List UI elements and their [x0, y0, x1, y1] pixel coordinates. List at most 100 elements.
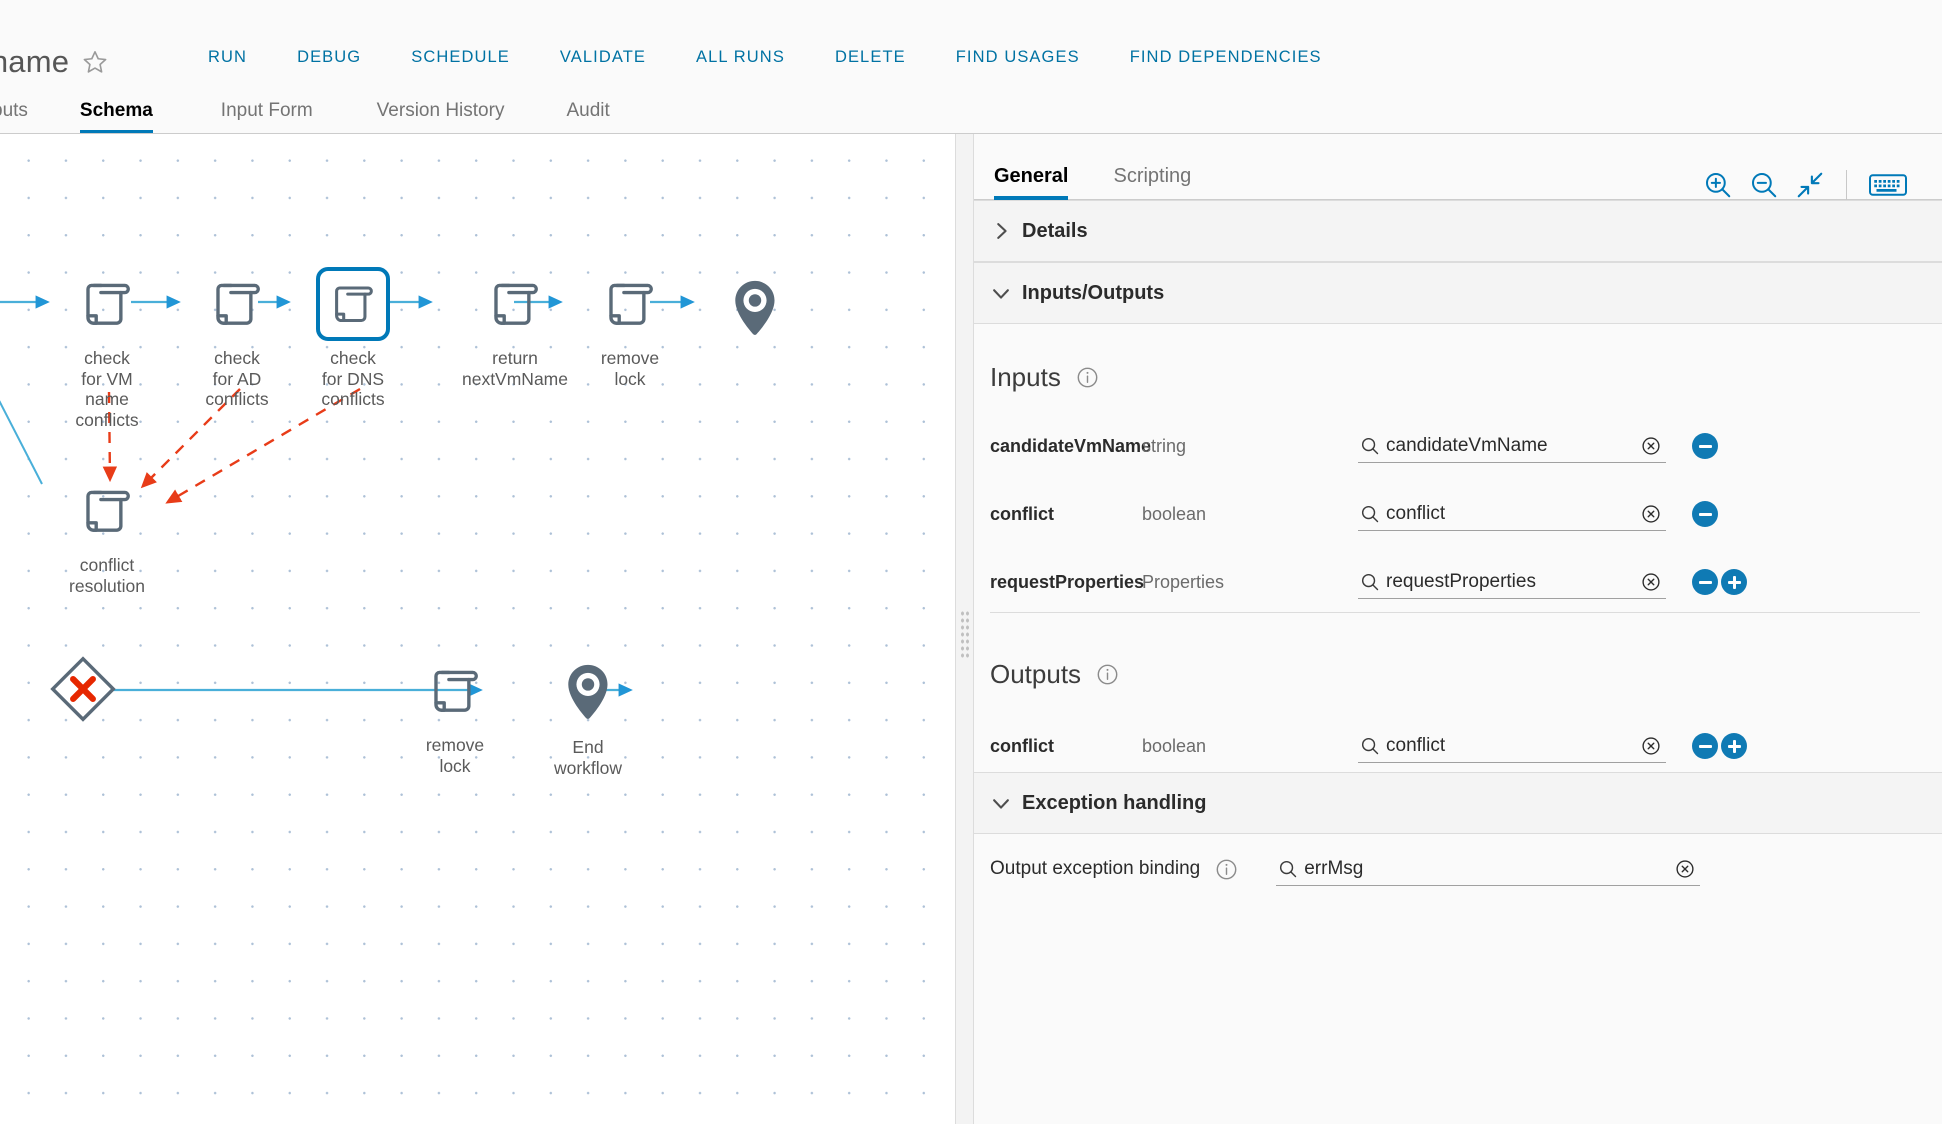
- node-check-ad[interactable]: check for AD conflicts: [182, 267, 292, 410]
- star-icon[interactable]: [82, 49, 108, 75]
- node-label: check for DNS conflicts: [321, 348, 385, 409]
- input-name: candidateVmName: [990, 435, 1152, 456]
- info-icon[interactable]: [1076, 366, 1099, 389]
- find-usages-button[interactable]: FIND USAGES: [931, 48, 1105, 67]
- keyboard-icon[interactable]: [1860, 163, 1916, 207]
- schedule-button[interactable]: SCHEDULE: [386, 48, 535, 67]
- input-binding-field[interactable]: requestProperties: [1358, 565, 1666, 599]
- remove-input-button[interactable]: [1692, 433, 1718, 459]
- output-exception-binding-field[interactable]: errMsg: [1276, 852, 1701, 886]
- delete-button[interactable]: DELETE: [810, 48, 931, 67]
- output-name: conflict: [990, 735, 1055, 756]
- search-icon: [1360, 736, 1380, 756]
- search-icon: [1360, 504, 1380, 524]
- outputs-heading: Outputs: [990, 659, 1082, 689]
- input-row-candidateVmName: candidateVmName string candidateVmName: [972, 415, 1942, 477]
- output-exception-binding-row: Output exception binding errMsg: [972, 834, 1942, 904]
- main-tabs: puts Schema Input Form Version History A…: [0, 84, 1942, 134]
- scriptable-task-icon: [70, 267, 144, 341]
- input-type: Properties: [1142, 571, 1225, 592]
- tab-schema[interactable]: Schema: [79, 100, 153, 134]
- output-row-buttons: [1692, 733, 1747, 759]
- inputs-outputs-body: Inputs candidateVmName string candidateV…: [972, 324, 1942, 794]
- zoom-out-icon[interactable]: [1741, 163, 1787, 207]
- tab-input-form[interactable]: Input Form: [221, 100, 313, 134]
- info-icon[interactable]: [1215, 858, 1238, 881]
- remove-output-button[interactable]: [1692, 733, 1718, 759]
- error-node-icon: [46, 652, 120, 726]
- validate-button[interactable]: VALIDATE: [535, 48, 671, 67]
- input-row-requestProperties: requestProperties Properties requestProp…: [972, 551, 1942, 613]
- output-type: boolean: [1142, 735, 1207, 756]
- input-binding-value: conflict: [1386, 502, 1446, 524]
- section-exception-handling-title: Exception handling: [1022, 791, 1207, 814]
- add-input-button[interactable]: [1721, 569, 1747, 595]
- chevron-down-icon: [990, 792, 1012, 814]
- scriptable-task-icon: [200, 267, 274, 341]
- section-inputs-outputs-header[interactable]: Inputs/Outputs: [972, 262, 1942, 324]
- output-exception-binding-label: Output exception binding: [990, 858, 1201, 879]
- input-row-buttons: [1692, 569, 1747, 595]
- zoom-in-icon[interactable]: [1695, 163, 1741, 207]
- io-divider: [990, 612, 1920, 613]
- node-label: check for AD conflicts: [205, 348, 269, 409]
- debug-button[interactable]: DEBUG: [272, 48, 386, 67]
- input-binding-value: candidateVmName: [1386, 434, 1548, 456]
- node-end-workflow[interactable]: End workflow: [533, 656, 643, 778]
- node-end-top[interactable]: [700, 272, 810, 353]
- node-exception-handler[interactable]: [28, 652, 138, 733]
- node-remove-lock-top[interactable]: remove lock: [575, 267, 685, 389]
- tab-inputs[interactable]: puts: [0, 100, 28, 134]
- clear-icon[interactable]: [1640, 503, 1662, 525]
- node-remove-lock-bottom[interactable]: remove lock: [400, 654, 510, 776]
- node-return-next-vm-name[interactable]: return nextVmName: [440, 267, 590, 389]
- toolbar-divider: [1846, 170, 1847, 200]
- clear-icon[interactable]: [1640, 571, 1662, 593]
- splitter-grip-icon[interactable]: [960, 610, 969, 658]
- tab-general[interactable]: General: [994, 165, 1069, 200]
- input-binding-field[interactable]: candidateVmName: [1358, 429, 1666, 463]
- scriptable-task-icon: [478, 267, 552, 341]
- scriptable-task-icon: [418, 654, 492, 728]
- input-type: string: [1142, 435, 1187, 456]
- info-icon[interactable]: [1096, 663, 1119, 686]
- schema-canvas[interactable]: check for VM name conflicts check for AD conf…: [0, 134, 955, 1124]
- scriptable-task-icon: [70, 474, 144, 548]
- node-check-dns[interactable]: check for DNS conflicts: [298, 267, 408, 410]
- input-name: conflict: [990, 503, 1055, 524]
- input-binding-field[interactable]: conflict: [1358, 497, 1666, 531]
- all-runs-button[interactable]: ALL RUNS: [671, 48, 810, 67]
- output-binding-field[interactable]: conflict: [1358, 729, 1666, 763]
- remove-input-button[interactable]: [1692, 501, 1718, 527]
- search-icon: [1360, 572, 1380, 592]
- output-binding-value: conflict: [1386, 734, 1446, 756]
- fit-to-screen-icon[interactable]: [1787, 163, 1833, 207]
- section-details-header[interactable]: Details: [972, 200, 1942, 262]
- tab-version-history[interactable]: Version History: [377, 100, 505, 134]
- node-check-vm-name[interactable]: check for VM name conflicts: [52, 267, 162, 430]
- end-marker-icon: [718, 272, 792, 346]
- clear-icon[interactable]: [1640, 735, 1662, 757]
- scriptable-task-icon: [593, 267, 667, 341]
- tab-audit[interactable]: Audit: [566, 100, 609, 134]
- input-row-buttons: [1692, 433, 1718, 459]
- find-dependencies-button[interactable]: FIND DEPENDENCIES: [1105, 48, 1347, 67]
- tab-scripting[interactable]: Scripting: [1113, 165, 1191, 199]
- section-exception-handling-header[interactable]: Exception handling: [972, 772, 1942, 834]
- clear-icon[interactable]: [1674, 858, 1696, 880]
- node-label: remove lock: [425, 735, 485, 776]
- remove-input-button[interactable]: [1692, 569, 1718, 595]
- output-row-conflict: conflict boolean conflict: [972, 715, 1942, 777]
- action-toolbar: RUN DEBUG SCHEDULE VALIDATE ALL RUNS DEL…: [183, 48, 1347, 67]
- output-exception-binding-value: errMsg: [1304, 857, 1364, 879]
- clear-icon[interactable]: [1640, 435, 1662, 457]
- end-marker-icon: [551, 656, 625, 730]
- run-button[interactable]: RUN: [183, 48, 272, 67]
- node-conflict-resolution[interactable]: conflict resolution: [52, 474, 162, 596]
- inputs-heading-row: Inputs: [990, 362, 1942, 393]
- panel-splitter[interactable]: [955, 134, 974, 1124]
- node-label: return nextVmName: [461, 348, 568, 389]
- add-output-button[interactable]: [1721, 733, 1747, 759]
- title-row: tname: [0, 42, 108, 82]
- node-label: check for VM name conflicts: [75, 348, 139, 430]
